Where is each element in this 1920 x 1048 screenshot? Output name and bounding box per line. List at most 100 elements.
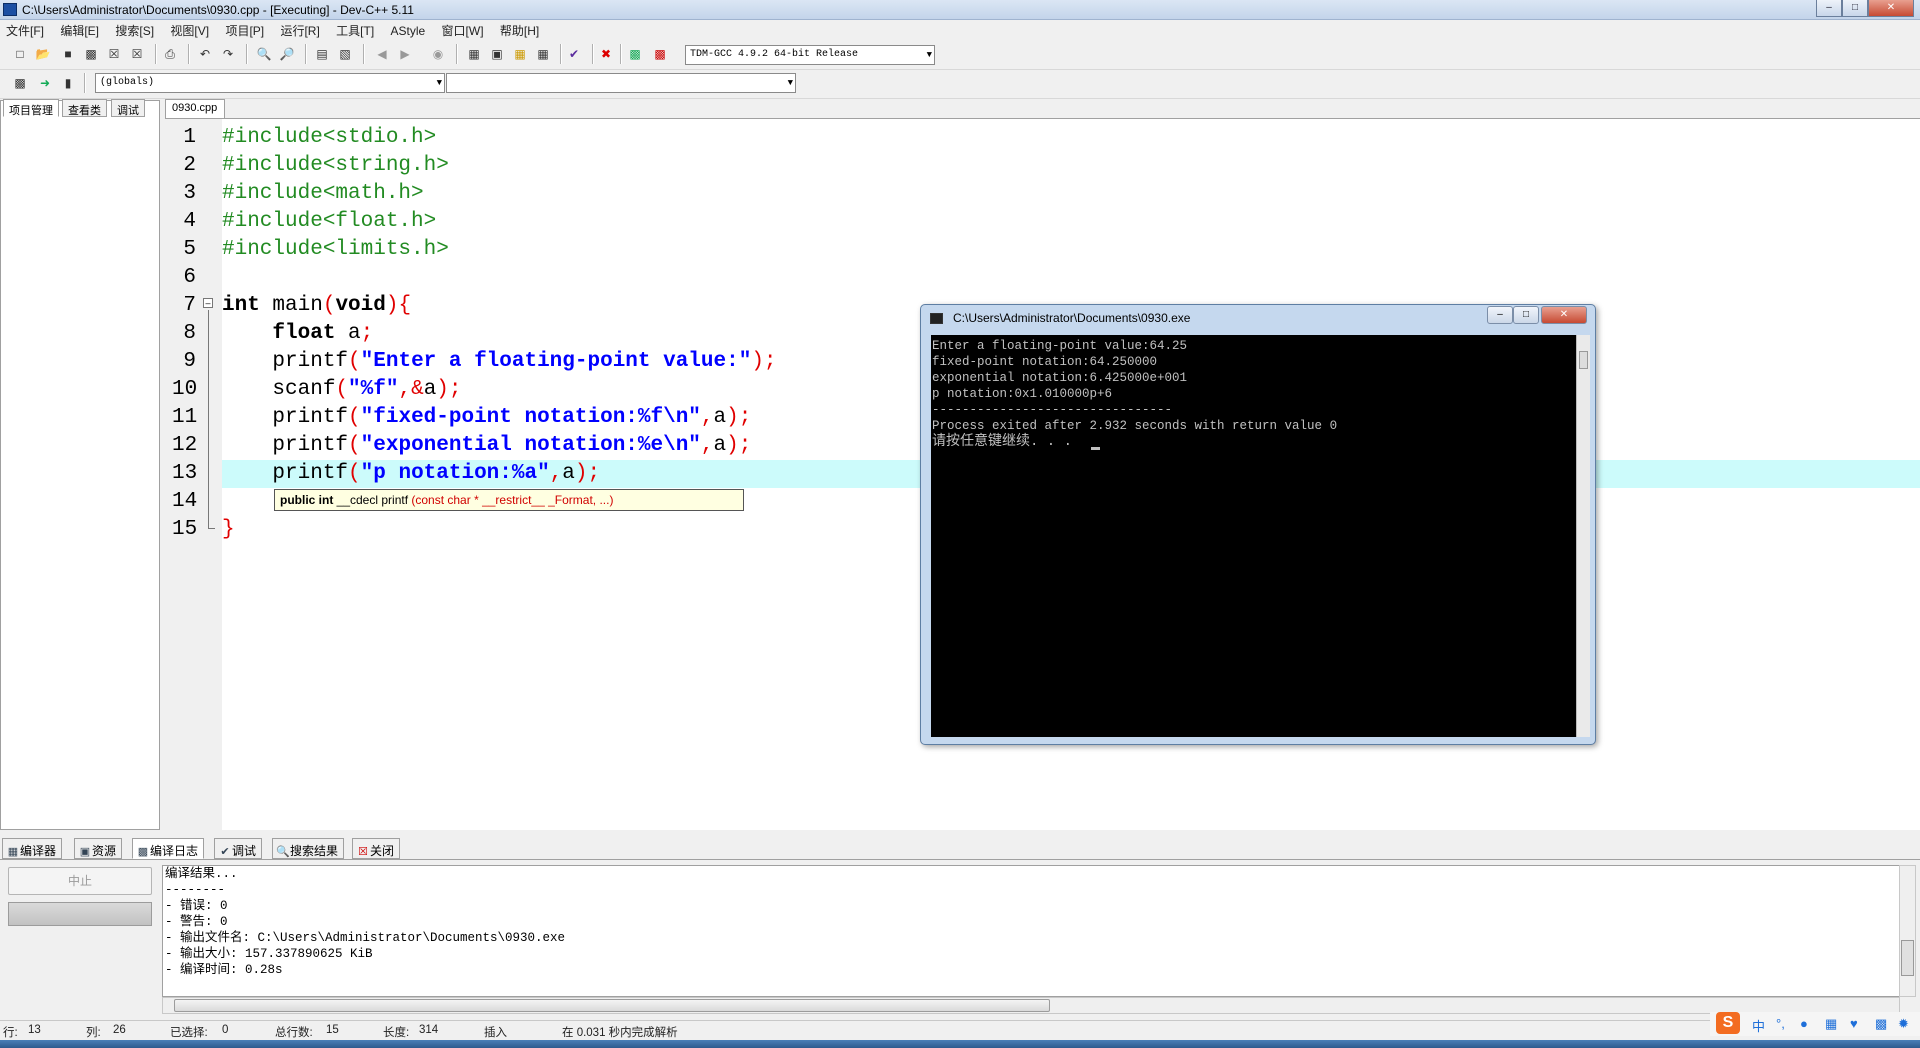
- log-line: --------: [165, 883, 226, 897]
- menu-view[interactable]: 视图[V]: [164, 20, 216, 39]
- log-hscroll-thumb[interactable]: [174, 999, 1050, 1012]
- menu-tools[interactable]: 工具[T]: [330, 20, 381, 39]
- replace-icon[interactable]: 🔎: [277, 44, 297, 64]
- print-icon[interactable]: ⎙: [160, 44, 180, 64]
- skin-icon[interactable]: ♥: [1850, 1016, 1858, 1031]
- compiler-select[interactable]: TDM-GCC 4.9.2 64-bit Release ▼: [685, 45, 935, 65]
- menu-project[interactable]: 项目[P]: [219, 20, 271, 39]
- console-scrollbar[interactable]: [1576, 335, 1590, 737]
- class-toolbar: ▩ ➜ ▮ (globals) ▼ ▼: [0, 70, 1920, 99]
- scope-select[interactable]: (globals) ▼: [95, 73, 445, 93]
- debug-icon: ✔: [220, 846, 230, 858]
- console-output[interactable]: Enter a floating-point value:64.25 fixed…: [931, 335, 1576, 737]
- project-options-icon[interactable]: ▣: [487, 44, 507, 64]
- goto-line-icon[interactable]: ▤: [312, 44, 332, 64]
- status-col-label: 列:: [86, 1027, 101, 1039]
- close-all-icon[interactable]: ☒: [127, 44, 147, 64]
- tab-compile-log[interactable]: ▩ 编译日志: [132, 838, 205, 859]
- log-vscroll-thumb[interactable]: [1901, 940, 1914, 976]
- console-line: --------------------------------: [932, 403, 1173, 417]
- console-scroll-thumb[interactable]: [1579, 351, 1588, 369]
- chevron-down-icon: ▼: [926, 50, 932, 60]
- unindent-icon[interactable]: ▶: [395, 44, 415, 64]
- tab-close[interactable]: ☒ 关闭: [352, 838, 401, 859]
- fold-toggle-icon[interactable]: –: [203, 298, 213, 308]
- line-number: 5: [183, 238, 196, 261]
- ime-lang[interactable]: 中: [1752, 1016, 1765, 1035]
- line-number: 11: [172, 406, 198, 429]
- line-number: 9: [183, 350, 196, 373]
- close-button[interactable]: ✕: [1868, 0, 1914, 17]
- redo-icon[interactable]: ↷: [218, 44, 238, 64]
- tab-classes[interactable]: 查看类: [62, 99, 107, 117]
- tab-debug[interactable]: 调试: [111, 99, 145, 117]
- compile-run-icon[interactable]: ▦: [533, 44, 553, 64]
- tab-file[interactable]: 0930.cpp: [165, 99, 225, 118]
- console-minimize-button[interactable]: –: [1487, 306, 1513, 324]
- stop-execution-icon[interactable]: ✖: [596, 44, 616, 64]
- console-icon: [930, 313, 943, 324]
- console-window[interactable]: C:\Users\Administrator\Documents\0930.ex…: [920, 304, 1596, 745]
- menu-window[interactable]: 窗口[W]: [436, 20, 491, 39]
- fold-end: [208, 528, 215, 529]
- punctuation-icon[interactable]: °,: [1776, 1016, 1785, 1031]
- menu-help[interactable]: 帮助[H]: [494, 20, 546, 39]
- insert-icon[interactable]: ▩: [10, 73, 30, 93]
- find-icon[interactable]: 🔍: [254, 44, 274, 64]
- line-number: 6: [183, 266, 196, 289]
- maximize-button[interactable]: □: [1842, 0, 1868, 17]
- close-file-icon[interactable]: ☒: [104, 44, 124, 64]
- comment-icon[interactable]: ◉: [428, 44, 448, 64]
- menu-run[interactable]: 运行[R]: [274, 20, 326, 39]
- bookmark-icon[interactable]: ▮: [58, 73, 78, 93]
- line-number: 1: [183, 126, 196, 149]
- new-project-icon[interactable]: ▦: [464, 44, 484, 64]
- stop-button[interactable]: 中止: [8, 867, 152, 895]
- project-panel: [0, 100, 160, 830]
- sogou-logo-icon[interactable]: S: [1716, 1012, 1740, 1034]
- indent-icon[interactable]: ◀: [372, 44, 392, 64]
- console-maximize-button[interactable]: □: [1513, 306, 1539, 324]
- resources-icon: ▣: [79, 846, 91, 858]
- tab-compiler[interactable]: ▦ 编译器: [2, 838, 63, 859]
- check-syntax-icon[interactable]: ✔: [564, 44, 584, 64]
- search-icon: 🔍: [276, 846, 290, 858]
- toggle-bookmark-icon[interactable]: ▧: [335, 44, 355, 64]
- status-total-label: 总行数:: [275, 1027, 313, 1039]
- status-sel: 0: [222, 1024, 229, 1036]
- settings-icon[interactable]: ✹: [1898, 1016, 1909, 1032]
- tab-search-results[interactable]: 🔍搜索结果: [272, 838, 345, 859]
- open-file-icon[interactable]: 📂: [33, 44, 53, 64]
- microphone-icon[interactable]: ●: [1800, 1016, 1808, 1031]
- compile-icon[interactable]: ▦: [510, 44, 530, 64]
- menu-file[interactable]: 文件[F]: [0, 20, 51, 39]
- toolbox-icon[interactable]: ▩: [1875, 1016, 1887, 1032]
- menu-astyle[interactable]: AStyle: [385, 22, 433, 38]
- status-col: 26: [113, 1024, 126, 1036]
- delete-profile-icon[interactable]: ▩: [650, 44, 670, 64]
- tab-debug-bottom[interactable]: ✔ 调试: [214, 838, 263, 859]
- save-all-icon[interactable]: ▩: [81, 44, 101, 64]
- member-select[interactable]: ▼: [446, 73, 796, 93]
- line-number: 14: [172, 490, 198, 513]
- log-line: - 错误: 0: [165, 899, 228, 913]
- menu-edit[interactable]: 编辑[E]: [54, 20, 106, 39]
- tab-resources[interactable]: ▣ 资源: [74, 838, 123, 859]
- fold-line: [208, 310, 209, 528]
- profile-icon[interactable]: ▩: [625, 44, 645, 64]
- code-line: #include<string.h>: [222, 154, 449, 177]
- log-vertical-scrollbar[interactable]: [1899, 865, 1916, 997]
- goto-icon[interactable]: ➜: [35, 73, 55, 93]
- minimize-button[interactable]: –: [1816, 0, 1842, 17]
- console-close-button[interactable]: ✕: [1541, 306, 1587, 324]
- keyboard-icon[interactable]: ▦: [1825, 1016, 1837, 1032]
- menu-search[interactable]: 搜索[S]: [109, 20, 161, 39]
- status-row: 13: [28, 1024, 41, 1036]
- line-number: 13: [172, 462, 198, 485]
- log-line: - 警告: 0: [165, 915, 228, 929]
- tab-project[interactable]: 项目管理: [3, 99, 59, 117]
- line-number: 4: [183, 210, 196, 233]
- new-file-icon[interactable]: □: [10, 44, 30, 64]
- save-icon[interactable]: ■: [58, 44, 78, 64]
- undo-icon[interactable]: ↶: [195, 44, 215, 64]
